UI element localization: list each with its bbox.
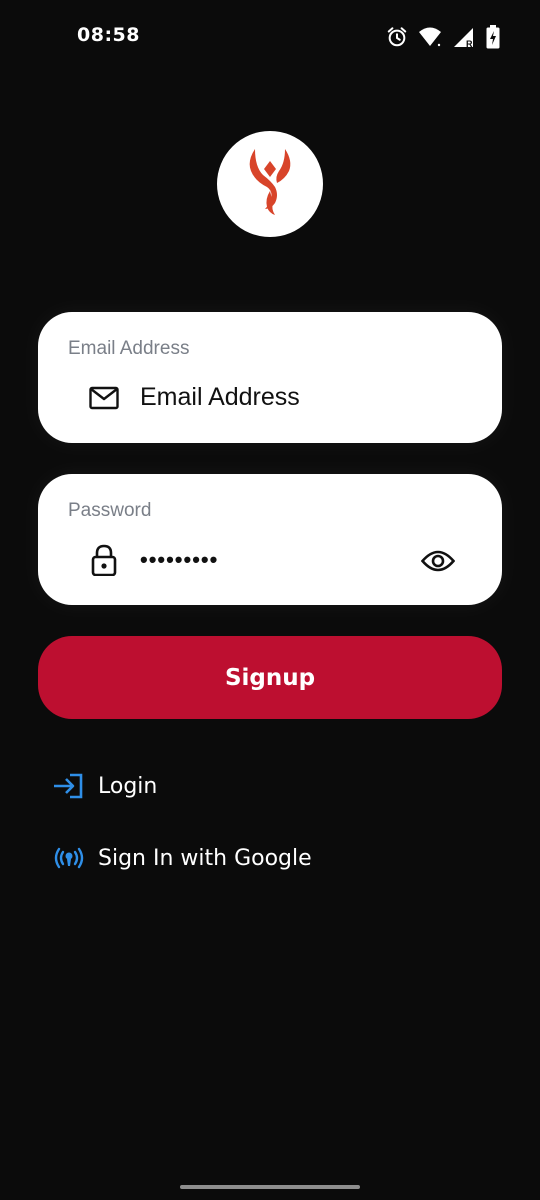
signup-button[interactable]: Signup	[38, 636, 502, 719]
home-indicator[interactable]	[180, 1185, 360, 1189]
signal-icon: R	[452, 26, 476, 48]
status-time: 08:58	[77, 24, 140, 46]
svg-text:R: R	[466, 39, 473, 48]
password-field[interactable]: Password •••••••••	[38, 474, 502, 605]
signup-screen: 08:58 R Email Address Email Address Pass…	[0, 0, 540, 1200]
email-label: Email Address	[68, 338, 190, 359]
password-label: Password	[68, 500, 152, 521]
signup-button-label: Signup	[224, 664, 316, 691]
battery-charging-icon	[486, 25, 500, 49]
email-field[interactable]: Email Address Email Address	[38, 312, 502, 443]
horns-logo-icon	[245, 147, 295, 221]
google-signin-label: Sign In with Google	[98, 845, 312, 871]
status-icons: R	[386, 24, 500, 50]
login-link[interactable]: Login	[52, 769, 157, 803]
wifi-icon	[418, 26, 442, 48]
status-bar: 08:58 R	[0, 0, 540, 72]
eye-icon[interactable]	[420, 546, 456, 576]
alarm-icon	[386, 26, 408, 48]
login-link-label: Login	[98, 773, 158, 799]
lock-icon	[88, 544, 120, 576]
password-input[interactable]: •••••••••	[140, 547, 218, 573]
google-signin-link[interactable]: Sign In with Google	[52, 841, 312, 875]
email-input[interactable]: Email Address	[140, 383, 300, 412]
app-logo	[217, 131, 323, 237]
broadcast-icon	[52, 841, 88, 875]
mail-icon	[88, 382, 120, 414]
login-arrow-icon	[52, 769, 88, 803]
